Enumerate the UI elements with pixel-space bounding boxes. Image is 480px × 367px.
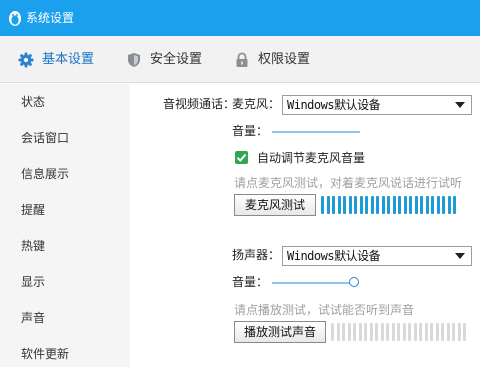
lock-icon [236,52,248,67]
meter-segment [370,196,374,214]
speaker-test-hint: 请点播放测试，试试能否听到声音 [234,303,415,317]
meter-segment [365,196,368,214]
meter-segment [376,196,379,214]
meter-segment [435,323,439,341]
meter-segment [408,323,411,341]
meter-segment [398,196,401,214]
window-title: 系统设置 [26,11,75,25]
microphone-volume-slider[interactable] [272,131,360,133]
meter-segment [431,196,434,214]
meter-segment [391,323,395,341]
meter-segment [436,196,440,214]
meter-segment [397,323,400,341]
meter-segment [430,323,433,341]
speaker-level-meter [331,322,471,342]
meter-segment [441,323,444,341]
chevron-down-icon [455,253,465,259]
meter-segment [358,323,362,341]
microphone-test-hint: 请点麦克风测试，对着麦克风说话进行试听 [234,176,463,190]
meter-segment [336,323,340,341]
meter-segment [409,196,412,214]
meter-segment [321,196,324,214]
settings-tab-bar: 基本设置 安全设置 权限设置 [0,36,480,83]
meter-segment [353,323,356,341]
tab-label: 安全设置 [150,51,203,67]
meter-segment [331,323,334,341]
meter-segment [446,323,450,341]
meter-segment [337,196,341,214]
meter-segment [463,323,466,341]
meter-segment [342,323,345,341]
meter-segment [369,323,373,341]
sidebar-item-software-update[interactable]: 软件更新 [21,346,69,362]
meter-segment [413,323,417,341]
meter-segment [354,196,357,214]
sidebar-item-status[interactable]: 状态 [21,94,45,110]
penguin-logo-icon [9,11,21,26]
meter-segment [380,323,384,341]
meter-segment [386,323,389,341]
meter-segment [387,196,390,214]
meter-segment [457,323,461,341]
tab-label: 基本设置 [42,51,95,67]
tab-label: 权限设置 [258,51,311,67]
meter-segment [452,323,455,341]
meter-segment [343,196,346,214]
tab-permission-settings[interactable]: 权限设置 [234,36,310,83]
speaker-device-select[interactable]: Windows默认设备 [282,246,472,266]
checkmark-icon [236,153,247,162]
meter-segment [447,196,451,214]
meter-segment [402,323,406,341]
microphone-level-meter [321,195,461,215]
sidebar-item-hotkeys[interactable]: 热键 [21,238,45,254]
meter-segment [442,196,445,214]
tab-basic-settings[interactable]: 基本设置 [18,36,94,83]
meter-segment [392,196,396,214]
microphone-volume-label: 音量： [232,124,269,138]
meter-segment [375,323,378,341]
meter-segment [348,196,352,214]
meter-segment [326,196,330,214]
auto-adjust-label: 自动调节麦克风音量 [257,151,366,165]
speaker-volume-slider-track[interactable] [272,282,354,284]
meter-segment [332,196,335,214]
speaker-volume-slider-thumb[interactable] [349,277,359,287]
audio-video-section-label: 音视频通话： [163,97,236,111]
sidebar-item-display[interactable]: 显示 [21,274,45,290]
sidebar-item-reminders[interactable]: 提醒 [21,202,45,218]
meter-segment [359,196,363,214]
meter-segment [453,196,456,214]
microphone-label: 麦克风： [232,97,281,111]
meter-segment [420,196,423,214]
speaker-volume-label: 音量： [232,275,269,289]
meter-segment [347,323,351,341]
microphone-device-select[interactable]: Windows默认设备 [282,95,472,115]
microphone-test-button[interactable]: 麦克风测试 [234,194,316,216]
shield-icon [128,52,140,67]
gear-icon [18,52,34,67]
meter-segment [381,196,385,214]
auto-adjust-checkbox[interactable] [235,151,248,164]
sidebar-item-info-display[interactable]: 信息展示 [21,166,69,182]
microphone-device-value: Windows默认设备 [287,98,381,112]
meter-segment [364,323,367,341]
meter-segment [425,196,429,214]
sidebar-item-chat-window[interactable]: 会话窗口 [21,130,69,146]
settings-sidebar: 状态 会话窗口 信息展示 提醒 热键 显示 声音 软件更新 [0,84,130,367]
meter-segment [424,323,428,341]
meter-segment [419,323,422,341]
chevron-down-icon [455,102,465,108]
speaker-test-button[interactable]: 播放测试声音 [234,321,326,343]
title-bar: 系统设置 [0,0,480,36]
sidebar-item-sound[interactable]: 声音 [21,310,45,326]
meter-segment [403,196,407,214]
speaker-label: 扬声器： [232,248,281,262]
meter-segment [414,196,418,214]
audio-video-settings-panel: 音视频通话： 麦克风： Windows默认设备 音量： 自动调节麦克风音量 请点… [131,84,480,367]
speaker-device-value: Windows默认设备 [287,249,381,263]
tab-security-settings[interactable]: 安全设置 [126,36,202,83]
